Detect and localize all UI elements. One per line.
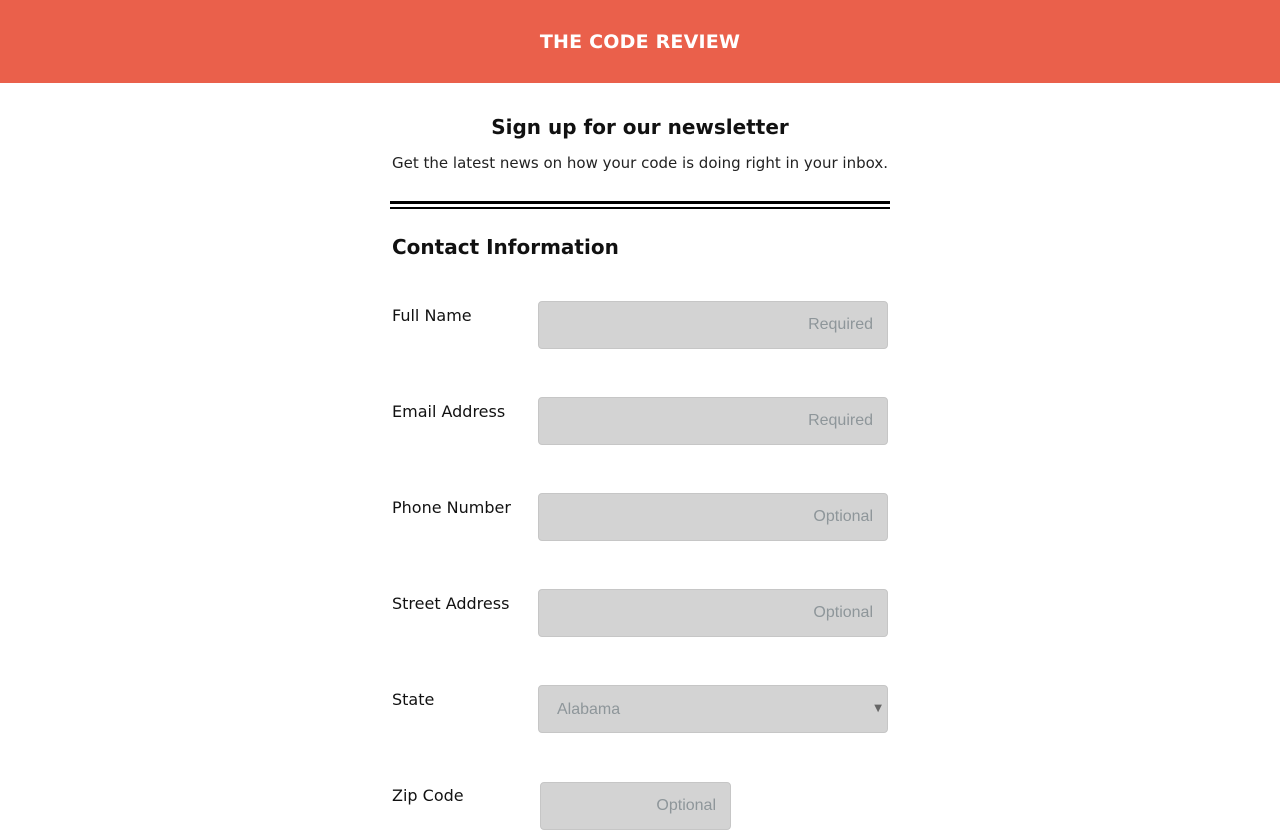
email-address-input[interactable] xyxy=(538,397,888,445)
site-title: THE CODE REVIEW xyxy=(539,31,741,53)
full-name-label: Full Name xyxy=(392,306,472,325)
site-header: THE CODE REVIEW xyxy=(0,0,1280,83)
newsletter-subheading: Get the latest news on how your code is … xyxy=(392,154,888,172)
full-name-input[interactable] xyxy=(538,301,888,349)
zip-code-label: Zip Code xyxy=(392,786,464,805)
dropdown-arrow-icon: ▼ xyxy=(874,703,882,714)
divider-thin xyxy=(390,207,890,209)
email-address-label: Email Address xyxy=(392,402,506,421)
phone-number-input[interactable] xyxy=(538,493,888,541)
divider-thick xyxy=(390,201,890,204)
phone-number-label: Phone Number xyxy=(392,498,511,517)
zip-code-input[interactable] xyxy=(540,782,731,830)
street-address-input[interactable] xyxy=(538,589,888,637)
state-label: State xyxy=(392,690,435,709)
contact-information-heading: Contact Information xyxy=(392,235,619,259)
newsletter-heading: Sign up for our newsletter xyxy=(491,115,789,139)
state-select[interactable]: Alabama ▼ xyxy=(538,685,888,733)
street-address-label: Street Address xyxy=(392,594,510,613)
state-selected-value: Alabama xyxy=(557,701,621,718)
